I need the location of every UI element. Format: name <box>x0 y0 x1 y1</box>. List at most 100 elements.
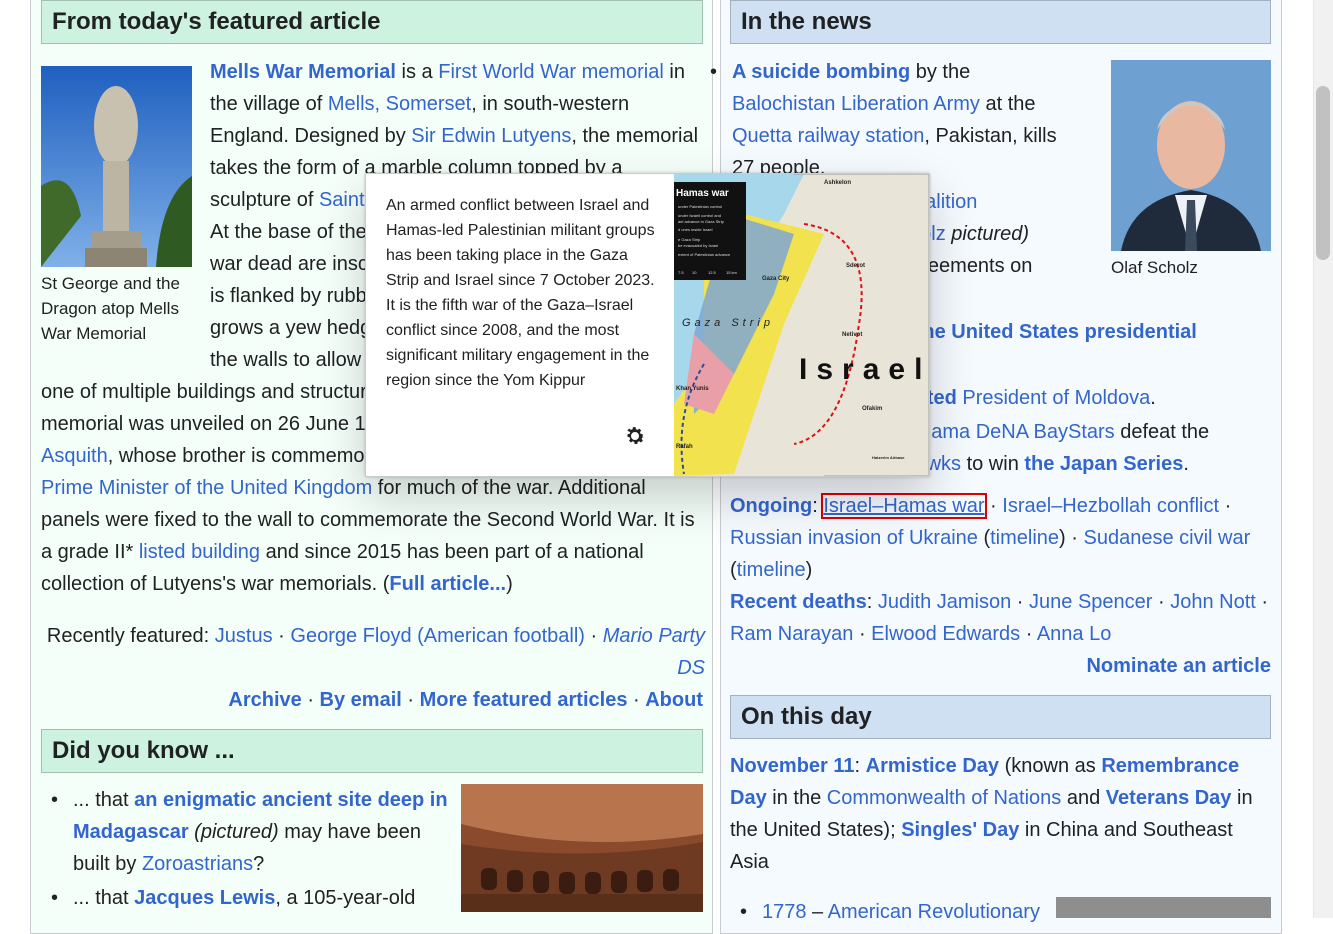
link[interactable]: Balochistan Liberation Army <box>732 93 980 115</box>
link[interactable]: Prime Minister of the United Kingdom <box>41 477 372 499</box>
text-span: · <box>984 495 1003 517</box>
link[interactable]: Anna Lo <box>1037 623 1112 645</box>
link[interactable]: Sir Edwin Lutyens <box>411 125 571 147</box>
otd-heading: On this day <box>730 695 1271 739</box>
bullet: • <box>710 61 718 83</box>
dyk-heading: Did you know ... <box>41 729 703 773</box>
recently-item-mario-party[interactable]: Mario Party DS <box>603 625 705 679</box>
popup-extract[interactable]: An armed conflict between Israel and Ham… <box>386 193 656 423</box>
link[interactable]: listed building <box>139 541 260 563</box>
link[interactable]: American Revolutionary <box>828 901 1040 923</box>
link[interactable]: 1778 <box>762 901 807 923</box>
by-email-link[interactable]: By email <box>320 689 402 711</box>
link[interactable]: Commonwealth of Nations <box>827 787 1062 809</box>
map-legend-line: extent of Palestinian advance <box>678 252 731 257</box>
text-span: ) <box>506 573 513 595</box>
nominate-link[interactable]: Nominate an article <box>1086 655 1271 677</box>
map-legend-title: Hamas war <box>676 188 729 199</box>
bold-link[interactable]: the Japan Series <box>1024 453 1183 475</box>
bold-link[interactable]: Remembrance <box>1101 755 1239 777</box>
map-place: Khan Yunis <box>676 386 709 392</box>
link[interactable]: Elwood Edwards <box>871 623 1020 645</box>
text-span: may have been <box>278 821 421 843</box>
map-legend-line: d ones inside Israel <box>678 227 713 232</box>
archive-link[interactable]: Archive <box>228 689 301 711</box>
link[interactable]: Ram Narayan <box>730 623 853 645</box>
bold-link[interactable]: Mells War Memorial <box>210 61 396 83</box>
recent-deaths-label[interactable]: Recent deaths <box>730 591 867 613</box>
otd-line: Asia <box>730 846 1275 878</box>
text-span: ... that <box>73 789 135 811</box>
bold-link[interactable]: the United States presidential <box>916 321 1197 343</box>
text-span: , in south-western <box>471 93 630 115</box>
map-scale-label: 10 <box>692 270 697 275</box>
text-span: war dead are insc <box>210 253 368 275</box>
text-span: ) <box>805 559 813 581</box>
map-strip-label: Gaza Strip <box>682 317 774 329</box>
link[interactable]: Saint <box>319 189 365 211</box>
recently-item-justus[interactable]: Justus <box>215 625 273 647</box>
link[interactable]: timeline <box>737 559 806 581</box>
featured-image[interactable] <box>41 66 192 267</box>
link[interactable]: President of Moldova <box>957 387 1150 409</box>
text-span: Asia <box>730 851 769 873</box>
dyk-item: Madagascar (pictured) may have been <box>51 816 473 848</box>
gear-icon[interactable] <box>623 424 647 448</box>
link[interactable]: Asquith <box>41 445 108 467</box>
link[interactable]: Sudanese civil war <box>1083 527 1250 549</box>
text-span: – <box>806 901 828 923</box>
news-line: Quetta railway station, Pakistan, kills <box>732 120 1092 152</box>
link[interactable]: kohama DeNA BayStars <box>899 421 1115 443</box>
dyk-image[interactable] <box>461 784 703 912</box>
text-span: the village of <box>210 93 328 115</box>
bold-link[interactable]: Madagascar <box>73 821 189 843</box>
page-preview-popup[interactable]: An armed conflict between Israel and Ham… <box>365 173 930 477</box>
featured-line: Mells War Memorial is a First World War … <box>210 56 710 88</box>
link[interactable]: Russian invasion of Ukraine <box>730 527 978 549</box>
map-scale-label: 15 km <box>726 270 738 275</box>
otd-image[interactable] <box>1056 897 1271 918</box>
bold-link[interactable]: Singles' Day <box>901 819 1019 841</box>
recently-item-george-floyd[interactable]: George Floyd (American football) <box>290 625 585 647</box>
map-scale-label: 12.5 <box>708 270 717 275</box>
more-featured-link[interactable]: More featured articles <box>420 689 628 711</box>
text-span: ... that <box>73 887 135 909</box>
otd-line: November 11: Armistice Day (known as Rem… <box>730 750 1275 782</box>
text-span: ) · <box>1059 527 1084 549</box>
link[interactable]: timeline <box>990 527 1059 549</box>
link[interactable]: June Spencer <box>1029 591 1152 613</box>
bold-link[interactable]: Armistice Day <box>866 755 999 777</box>
text-span: · <box>1152 591 1171 613</box>
link[interactable]: First World War memorial <box>438 61 664 83</box>
link[interactable]: Zoroastrians <box>142 853 253 875</box>
text-span: grows a yew hedg <box>210 317 372 339</box>
text-span: ( <box>730 559 737 581</box>
news-line: cholz pictured) <box>899 218 1259 250</box>
bold-link[interactable]: Full article... <box>389 573 506 595</box>
text-span: . <box>1150 387 1156 409</box>
scrollbar-thumb[interactable] <box>1316 86 1330 260</box>
about-link[interactable]: About <box>645 689 703 711</box>
bold-link[interactable]: an enigmatic ancient site deep in <box>134 789 447 811</box>
link[interactable]: Israel–Hezbollah conflict <box>1002 495 1219 517</box>
bold-link[interactable]: November 11 <box>730 755 855 777</box>
ongoing-label[interactable]: Ongoing <box>730 495 812 517</box>
link[interactable]: Judith Jamison <box>878 591 1011 613</box>
bold-link[interactable]: Day <box>730 787 767 809</box>
text-span: in <box>1231 787 1253 809</box>
text-span: England. Designed by <box>210 125 412 147</box>
text-span: at the <box>979 93 1036 115</box>
text-span: · <box>1219 495 1232 517</box>
text-span: : <box>854 755 866 777</box>
text-span: · <box>1011 591 1030 613</box>
bold-link[interactable]: Veterans Day <box>1106 787 1232 809</box>
map-legend-line: ael advance in Gaza Strip <box>678 219 725 224</box>
link[interactable]: Mells, Somerset <box>328 93 471 115</box>
featured-heading: From today's featured article <box>41 0 703 44</box>
bold-link[interactable]: A suicide bombing <box>732 61 910 83</box>
link[interactable]: Quetta railway station <box>732 125 924 147</box>
bold-link[interactable]: Jacques Lewis <box>134 887 275 909</box>
link[interactable]: John Nott <box>1170 591 1256 613</box>
israel-hamas-war-link[interactable]: Israel–Hamas war <box>821 493 987 519</box>
map-place: Ofakim <box>862 406 882 412</box>
